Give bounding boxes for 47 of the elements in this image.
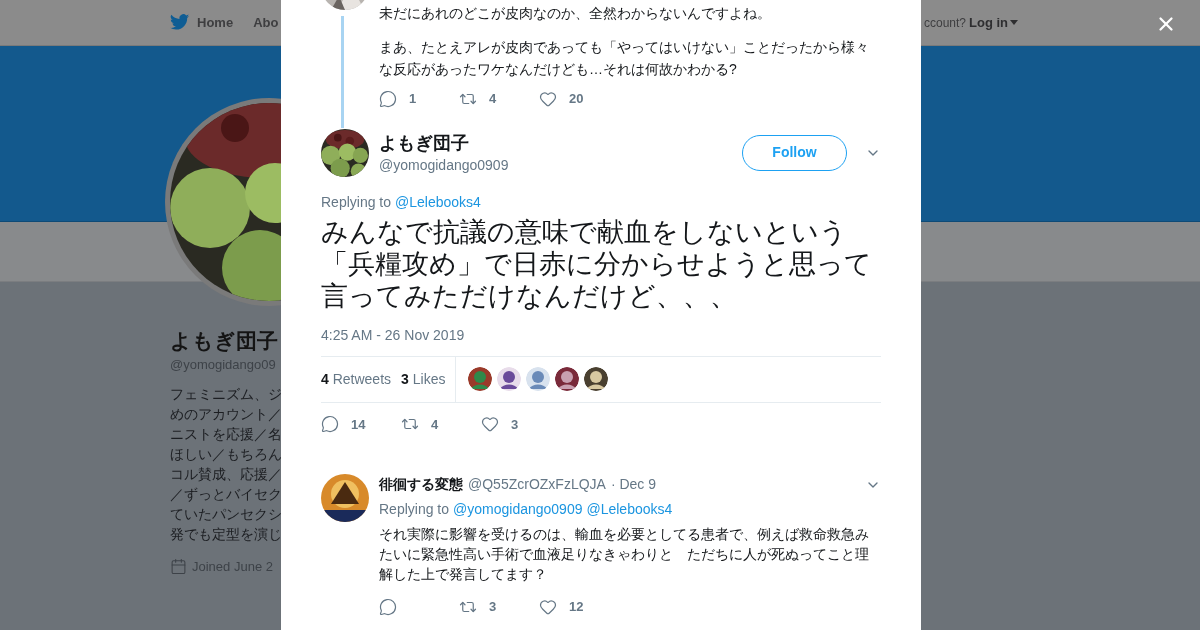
like-icon[interactable] <box>539 597 557 616</box>
bio-line: フェミニズム、ジ <box>170 386 282 404</box>
tweet-text: みんなで抗議の意味で献血をしないという「兵糧攻め」で日赤に分からせようと思って言ってみただけなんだけど、、、 <box>321 215 873 312</box>
tweet-text: 未だにあれのどこが皮肉なのか、全然わからないんですよね。 <box>379 4 772 23</box>
reply-icon[interactable] <box>379 89 397 108</box>
like-count: 3 <box>511 415 519 434</box>
reply-icon[interactable] <box>379 597 397 616</box>
retweet-count: 4 <box>431 415 439 434</box>
bio-line: コル賛成、応援／ <box>170 466 282 484</box>
tweet-time: 4:25 AM - 26 Nov 2019 <box>321 325 466 345</box>
author-handle[interactable]: @Q55ZcrOZxFzLQJA <box>468 474 606 495</box>
bio-line: ニストを応援／名 <box>170 426 282 444</box>
author-name[interactable]: 徘徊する変態 <box>379 474 463 495</box>
mention-link[interactable]: @yomogidango0909 <box>453 499 583 520</box>
mention-link[interactable]: @Lelebooks4 <box>586 499 673 520</box>
retweet-count: 4 <box>489 90 497 108</box>
caret-icon <box>1010 20 1018 25</box>
like-icon[interactable] <box>539 89 557 108</box>
bird-icon <box>170 14 190 31</box>
bio-line: めのアカウント／ <box>170 406 282 424</box>
tweet-date: · Dec 9 <box>610 475 657 494</box>
bio-line: 発でも定型を演じ <box>170 526 282 544</box>
author-handle[interactable]: @yomogidango0909 <box>379 154 509 175</box>
profile-name: よもぎ団子 <box>170 328 278 354</box>
replying-label: Replying to <box>321 192 392 212</box>
retweet-count: 3 <box>489 598 497 616</box>
nav-link[interactable]: Home <box>170 12 234 33</box>
replying-label: Replying to <box>379 500 450 519</box>
account-prompt: ccount? <box>923 14 966 32</box>
tweet-text: それ実際に影響を受けるのは、輸血を必要としてる患者で、例えば救命救急みたいに緊急性高い手術で血液足りなきゃわりと ただちに人が死ぬってこと理解した上で発言してます？ <box>379 525 870 584</box>
bio-line: ほしい／もちろん <box>170 446 282 464</box>
bio-line: ていたパンセクシ <box>170 506 282 524</box>
tweet-text: まあ、たとえアレが皮肉であっても「やってはいけない」ことだったから様々な反応があったワケなんだけども…それは何故かわかる? <box>379 38 870 79</box>
nav-link[interactable]: Abo <box>253 12 279 33</box>
reply-icon[interactable] <box>321 415 339 434</box>
bio-line: ／ずっとバイセク <box>170 486 282 504</box>
like-icon[interactable] <box>481 415 499 434</box>
author-name[interactable]: よもぎ団子 <box>379 130 509 155</box>
like-count: 12 <box>569 598 584 616</box>
like-count: 20 <box>569 90 584 108</box>
reply-count: 1 <box>409 90 417 108</box>
stat-link[interactable]: 4 Retweets <box>321 368 392 390</box>
mention-link[interactable]: @Lelebooks4 <box>395 191 481 213</box>
login-button[interactable]: Log in <box>969 12 1018 33</box>
reply-count: 14 <box>351 415 366 434</box>
stat-link[interactable]: 3 Likes <box>401 368 446 390</box>
calendar-icon <box>170 558 187 576</box>
